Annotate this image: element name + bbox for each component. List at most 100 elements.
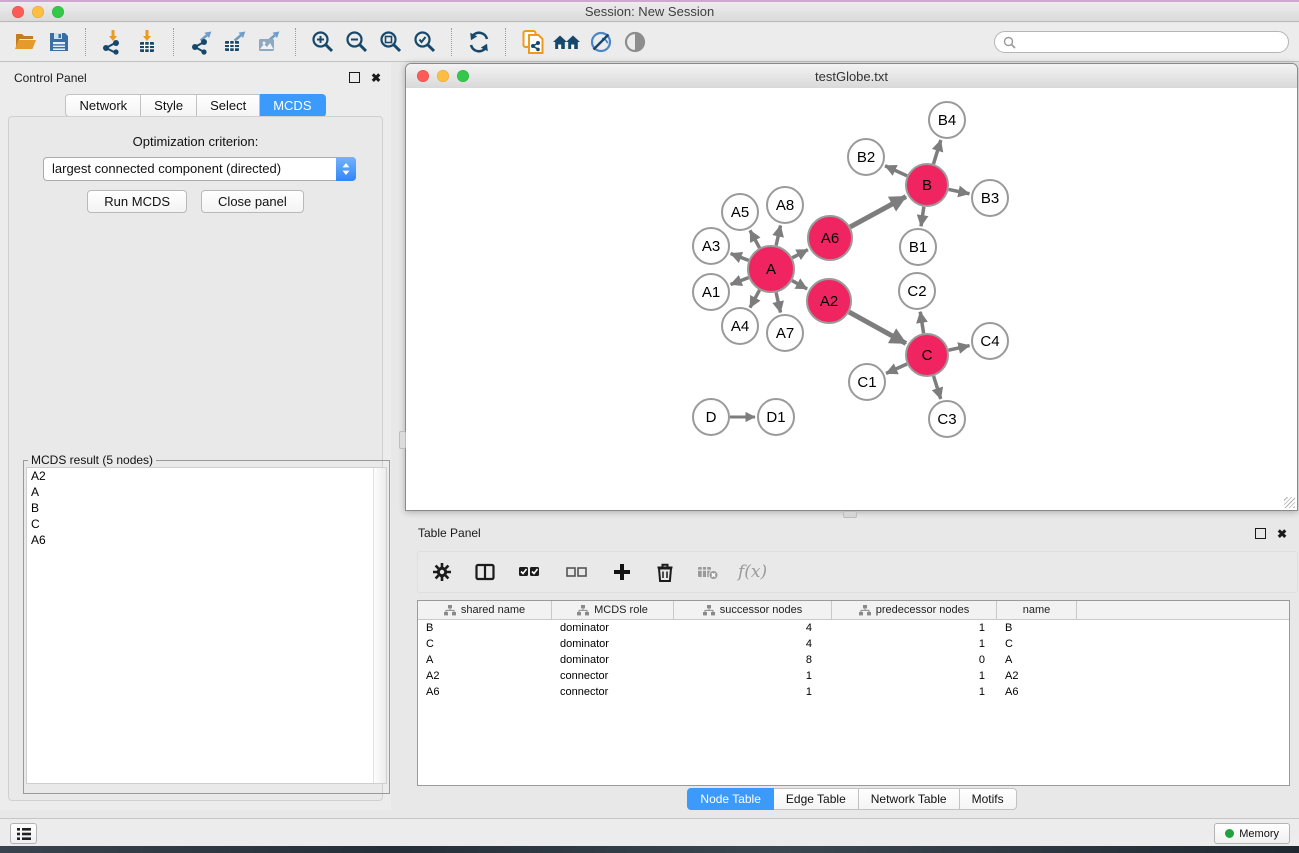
network-canvas[interactable]: AA1A2A3A4A5A6A7A8BB1B2B3B4CC1C2C3C4DD1 (406, 88, 1297, 510)
table-mode-gear-icon[interactable] (429, 558, 455, 586)
panel-splitter-handle[interactable] (399, 431, 406, 449)
mcds-result-list[interactable]: A2ABCA6 (26, 467, 387, 784)
show-hide-graphics-details-icon[interactable] (584, 26, 618, 58)
tab-motifs[interactable]: Motifs (960, 788, 1017, 810)
select-all-rows-icon[interactable] (515, 558, 545, 586)
edge-C-C3[interactable] (934, 376, 941, 399)
export-image-icon[interactable] (252, 26, 286, 58)
close-panel-icon[interactable]: ✖ (371, 73, 381, 83)
tab-mcds[interactable]: MCDS (260, 94, 325, 117)
network-graph[interactable]: AA1A2A3A4A5A6A7A8BB1B2B3B4CC1C2C3C4DD1 (406, 88, 1297, 510)
tab-node-table[interactable]: Node Table (687, 788, 774, 810)
window-resize-handle[interactable] (1284, 497, 1295, 508)
result-item[interactable]: C (27, 516, 386, 532)
delete-columns-icon[interactable] (652, 558, 678, 586)
first-neighbors-icon[interactable] (550, 26, 584, 58)
column-visibility-icon[interactable] (472, 558, 498, 586)
window-title: Session: New Session (585, 4, 714, 19)
table-cell: 0 (832, 654, 997, 666)
close-panel-icon[interactable]: ✖ (1277, 529, 1287, 539)
refresh-view-icon[interactable] (462, 26, 496, 58)
tab-edge-table[interactable]: Edge Table (774, 788, 859, 810)
table-cell: 1 (674, 686, 832, 698)
deselect-all-rows-icon[interactable] (562, 558, 592, 586)
column-header-predecessor-nodes[interactable]: predecessor nodes (832, 601, 997, 619)
open-file-icon[interactable] (8, 26, 42, 58)
search-box[interactable] (994, 31, 1289, 53)
column-header-MCDS-role[interactable]: MCDS role (552, 601, 674, 619)
birds-eye-view-icon[interactable] (618, 26, 652, 58)
edge-A-A5[interactable] (750, 230, 760, 247)
table-row[interactable]: Adominator80A (418, 652, 1289, 668)
network-window-titlebar[interactable]: testGlobe.txt (406, 64, 1297, 89)
zoom-out-icon[interactable] (340, 26, 374, 58)
column-header-successor-nodes[interactable]: successor nodes (674, 601, 832, 619)
table-row[interactable]: Bdominator41B (418, 620, 1289, 636)
edge-A-A6[interactable] (792, 250, 808, 258)
edge-C-C2[interactable] (920, 312, 923, 334)
edge-A-A3[interactable] (731, 254, 749, 261)
minimize-network-window-button[interactable] (437, 70, 449, 82)
tab-network[interactable]: Network (65, 94, 141, 117)
table-row[interactable]: A6connector11A6 (418, 684, 1289, 700)
edge-A-A4[interactable] (750, 290, 760, 307)
import-network-icon[interactable] (96, 26, 130, 58)
create-column-icon[interactable] (609, 558, 635, 586)
edge-A-A2[interactable] (792, 281, 807, 289)
edge-B-B2[interactable] (885, 166, 907, 176)
edge-B-B1[interactable] (921, 207, 924, 226)
table-row[interactable]: A2connector11A2 (418, 668, 1289, 684)
column-header-name[interactable]: name (997, 601, 1077, 619)
tab-style[interactable]: Style (141, 94, 197, 117)
task-history-button[interactable] (10, 823, 37, 844)
result-item[interactable]: A2 (27, 468, 386, 484)
import-table-icon[interactable] (130, 26, 164, 58)
zoom-fit-icon[interactable] (374, 26, 408, 58)
float-panel-icon[interactable] (1255, 528, 1266, 539)
export-network-icon[interactable] (184, 26, 218, 58)
result-scrollbar[interactable] (373, 468, 386, 783)
optimization-criterion-select[interactable]: largest connected component (directed) (43, 157, 356, 181)
edge-B-B4[interactable] (933, 140, 940, 164)
control-panel-tabs: Network Style Select MCDS (0, 94, 391, 117)
edge-A-A8[interactable] (776, 226, 780, 246)
save-session-icon[interactable] (42, 26, 76, 58)
edge-A2-C[interactable] (849, 312, 906, 343)
float-panel-icon[interactable] (349, 72, 360, 83)
delete-table-icon[interactable] (695, 558, 721, 586)
table-cell: A2 (418, 670, 552, 682)
edge-A6-B[interactable] (850, 197, 906, 227)
panel-splitter-handle[interactable] (843, 511, 857, 518)
minimize-window-button[interactable] (32, 6, 44, 18)
close-network-window-button[interactable] (417, 70, 429, 82)
memory-button[interactable]: Memory (1214, 823, 1290, 844)
edge-C-C1[interactable] (886, 364, 907, 373)
edge-A-A7[interactable] (776, 292, 780, 312)
edge-C-C4[interactable] (948, 346, 969, 351)
duplicate-network-icon[interactable] (516, 26, 550, 58)
edge-B-B3[interactable] (949, 189, 970, 193)
close-panel-button[interactable]: Close panel (201, 190, 304, 213)
close-window-button[interactable] (12, 6, 24, 18)
column-header-shared-name[interactable]: shared name (418, 601, 552, 619)
table-cell: B (997, 622, 1077, 634)
tab-select[interactable]: Select (197, 94, 260, 117)
table-row[interactable]: Cdominator41C (418, 636, 1289, 652)
table-cell: dominator (552, 654, 674, 666)
result-item[interactable]: A6 (27, 532, 386, 548)
zoom-network-window-button[interactable] (457, 70, 469, 82)
function-builder-icon[interactable]: f(x) (738, 562, 767, 582)
table-cell: 1 (674, 670, 832, 682)
run-mcds-button[interactable]: Run MCDS (87, 190, 187, 213)
zoom-in-icon[interactable] (306, 26, 340, 58)
status-bar: Memory (0, 818, 1299, 846)
zoom-window-button[interactable] (52, 6, 64, 18)
result-item[interactable]: A (27, 484, 386, 500)
zoom-selected-icon[interactable] (408, 26, 442, 58)
edge-A-A1[interactable] (731, 278, 749, 285)
result-item[interactable]: B (27, 500, 386, 516)
search-input[interactable] (1020, 34, 1288, 50)
tab-network-table[interactable]: Network Table (859, 788, 960, 810)
table-cell: A (418, 654, 552, 666)
export-table-icon[interactable] (218, 26, 252, 58)
